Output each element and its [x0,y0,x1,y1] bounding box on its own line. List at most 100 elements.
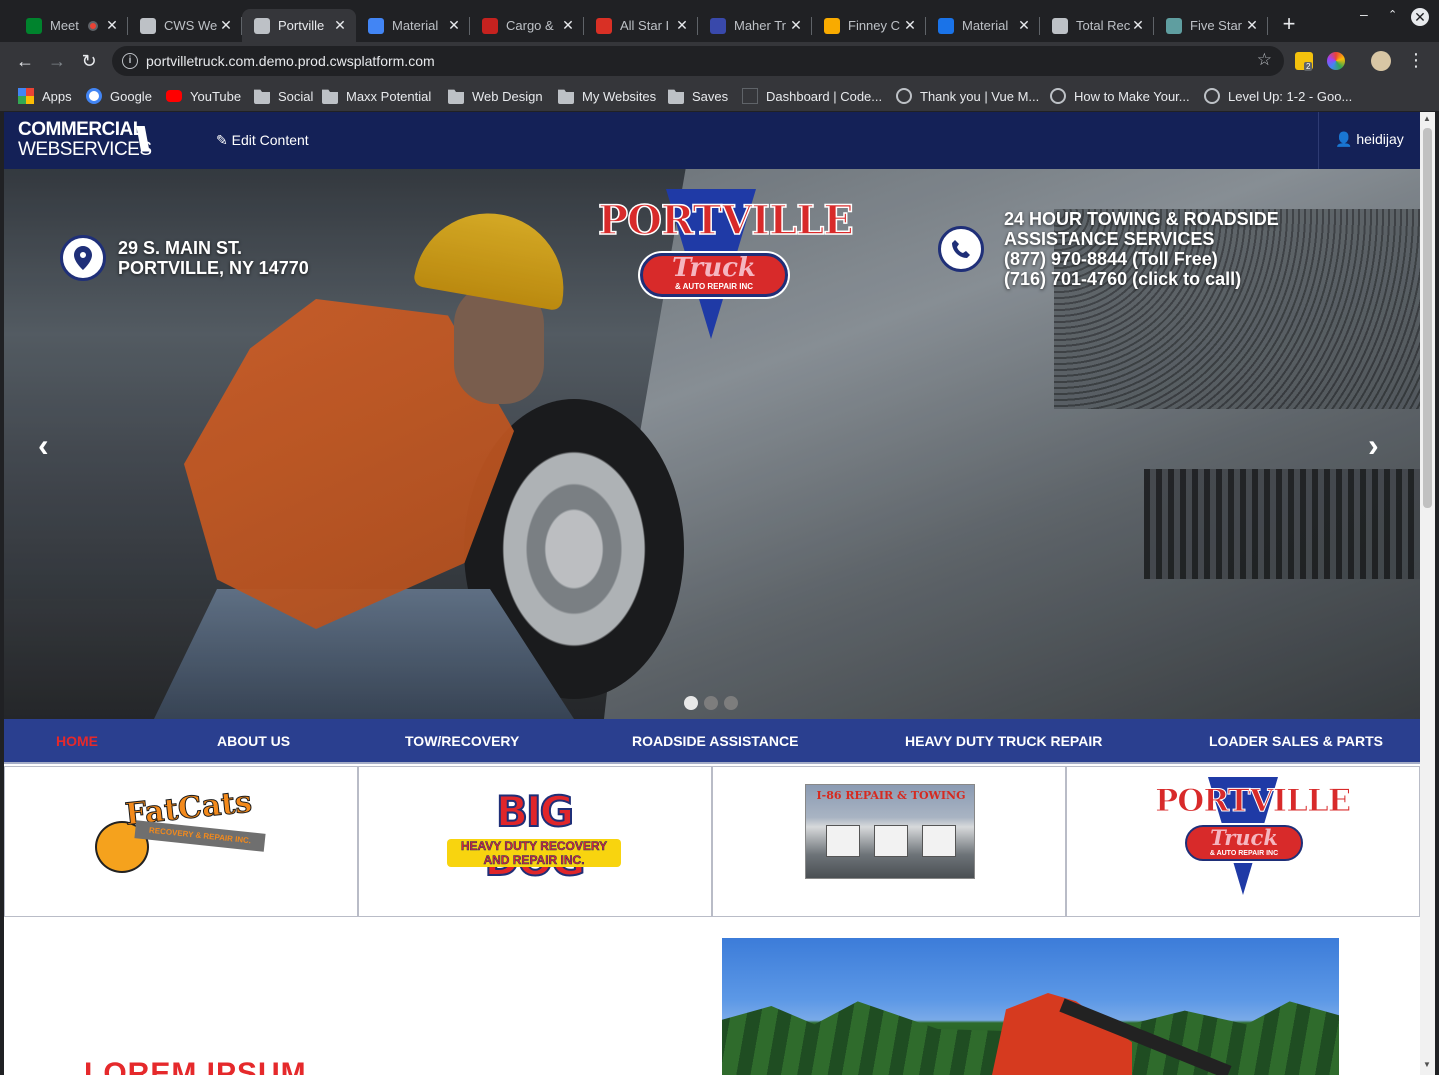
tab-close-icon[interactable]: ✕ [218,17,234,34]
globe-icon [1204,88,1220,104]
tab-title: Five Star [1190,18,1243,33]
bookmark-label: Maxx Potential [346,88,432,104]
tab-strip: Meet✕CWS Web✕Portville✕Material✕Cargo &✕… [0,0,1439,42]
restore-button[interactable]: ⌃ [1388,8,1397,21]
scroll-up-arrow-icon[interactable]: ▲ [1423,114,1431,123]
bookmark-label: Google [110,88,152,104]
browser-tab[interactable]: Total Rec ✕ [1040,9,1154,42]
nav-item-about-us[interactable]: ABOUT US [217,733,290,749]
bookmark-item[interactable]: My Websites [558,86,656,106]
bookmark-label: Social [278,88,314,104]
phone-local-link[interactable]: (716) 701-4760 (click to call) [1004,269,1279,289]
browser-tab[interactable]: All Star I ✕ [584,9,698,42]
tab-close-icon[interactable]: ✕ [788,17,804,34]
tab-title: Material [392,18,439,33]
new-tab-button[interactable]: + [1278,13,1300,35]
bookmark-item[interactable]: Saves [668,86,728,106]
bookmark-item[interactable]: YouTube [166,86,241,106]
close-window-button[interactable]: ✕ [1411,8,1429,26]
forward-button[interactable]: → [46,50,68,72]
portville-logo[interactable]: PORTVILLE Truck & AUTO REPAIR INC [597,189,854,339]
bookmark-item[interactable]: Apps [18,86,72,106]
edit-content-button[interactable]: ✎ Edit Content [216,132,309,149]
folder-icon [448,89,464,104]
partner-i86[interactable]: I-86 REPAIR & TOWING [712,766,1066,917]
google-icon [86,88,102,104]
profile-avatar[interactable] [1371,51,1391,71]
partner-portville[interactable]: PORTVILLE Truck & AUTO REPAIR INC [1066,766,1420,917]
user-menu[interactable]: 👤 heidijay [1318,112,1420,169]
service-line-1: 24 HOUR TOWING & ROADSIDE [1004,209,1279,229]
nav-item-tow-recovery[interactable]: TOW/RECOVERY [405,733,519,749]
cws-logo[interactable]: COMMERCIAL WEBSERVICES \\\\ [18,120,152,160]
bookmark-item[interactable]: Web Design [448,86,543,106]
globe-icon [896,88,912,104]
extension-notes-icon[interactable]: 2 [1295,52,1313,71]
tab-close-icon[interactable]: ✕ [332,17,348,34]
carousel-prev-button[interactable]: ‹ [38,427,49,464]
browser-tab[interactable]: CWS Web✕ [128,9,242,42]
nav-item-loader-sales-parts[interactable]: LOADER SALES & PARTS [1209,733,1383,749]
browser-tab[interactable]: Material ✕ [926,9,1040,42]
partner-fatcats[interactable]: FatCats RECOVERY & REPAIR INC. [4,766,358,917]
bookmark-label: Saves [692,88,729,104]
address-line-2: PORTVILLE, NY 14770 [118,258,309,278]
tab-title: Meet [50,18,79,33]
tab-favicon-icon [368,17,384,34]
reload-button[interactable]: ↻ [78,50,100,72]
bookmark-label: Web Design [472,88,543,104]
tab-close-icon[interactable]: ✕ [902,17,918,34]
minimize-button[interactable]: – [1360,6,1368,22]
browser-tab[interactable]: Maher Tr ✕ [698,9,812,42]
back-button[interactable]: ← [14,50,36,72]
page-scrollbar[interactable]: ▲ ▼ [1420,112,1435,1075]
bookmark-item[interactable]: Social [254,86,313,106]
tab-close-icon[interactable]: ✕ [1130,17,1146,34]
tab-favicon-icon [938,17,954,34]
codepen-icon [742,88,758,104]
bookmark-star-icon[interactable]: ☆ [1257,50,1272,70]
bookmark-item[interactable]: Thank you | Vue M... [896,86,1039,106]
address-bar[interactable]: i portvilletruck.com.demo.prod.cwsplatfo… [112,46,1284,76]
tab-close-icon[interactable]: ✕ [104,17,120,34]
phone-tollfree-link[interactable]: (877) 970-8844 (Toll Free) [1004,249,1279,269]
browser-tab[interactable]: Finney C ✕ [812,9,926,42]
partner-bigdog[interactable]: BIG DOG HEAVY DUTY RECOVERY AND REPAIR I… [358,766,712,917]
tab-title: Total Rec [1076,18,1130,33]
pencil-icon: ✎ [216,132,228,148]
nav-item-roadside-assistance[interactable]: ROADSIDE ASSISTANCE [632,733,798,749]
browser-tab[interactable]: Five Star ✕ [1154,9,1268,42]
tab-title: Portville [278,18,325,33]
browser-tab[interactable]: Cargo & ✕ [470,9,584,42]
bookmark-item[interactable]: How to Make Your... [1050,86,1190,106]
bookmark-item[interactable]: Maxx Potential [322,86,431,106]
carousel-dot[interactable] [724,696,738,710]
color-picker-extension-icon[interactable] [1327,52,1345,70]
url-text[interactable]: portvilletruck.com.demo.prod.cwsplatform… [146,53,435,69]
tab-title: All Star I [620,18,670,33]
bookmark-item[interactable]: Level Up: 1-2 - Goo... [1204,86,1352,106]
tab-close-icon[interactable]: ✕ [1244,17,1260,34]
tab-close-icon[interactable]: ✕ [1016,17,1032,34]
nav-item-heavy-duty-truck-repair[interactable]: HEAVY DUTY TRUCK REPAIR [905,733,1102,749]
carousel-dot[interactable] [684,696,698,710]
username: heidijay [1356,131,1404,147]
site-info-icon[interactable]: i [122,53,138,69]
tab-close-icon[interactable]: ✕ [674,17,690,34]
bookmark-item[interactable]: Dashboard | Code... [742,86,882,106]
carousel-next-button[interactable]: › [1368,427,1379,464]
scrollbar-thumb[interactable] [1423,128,1432,508]
scroll-down-arrow-icon[interactable]: ▼ [1423,1060,1431,1069]
tab-title: CWS Web [164,18,218,33]
service-line-2: ASSISTANCE SERVICES [1004,229,1215,249]
browser-tab[interactable]: Portville ✕ [242,9,356,42]
browser-tab[interactable]: Material ✕ [356,9,470,42]
nav-item-home[interactable]: HOME [56,733,98,749]
tab-close-icon[interactable]: ✕ [446,17,462,34]
carousel-dot[interactable] [704,696,718,710]
browser-tab[interactable]: Meet ✕ [14,9,128,42]
browser-menu-icon[interactable]: ⋮ [1407,50,1425,71]
tab-title: Cargo & [506,18,554,33]
tab-close-icon[interactable]: ✕ [560,17,576,34]
bookmark-item[interactable]: Google [86,86,152,106]
